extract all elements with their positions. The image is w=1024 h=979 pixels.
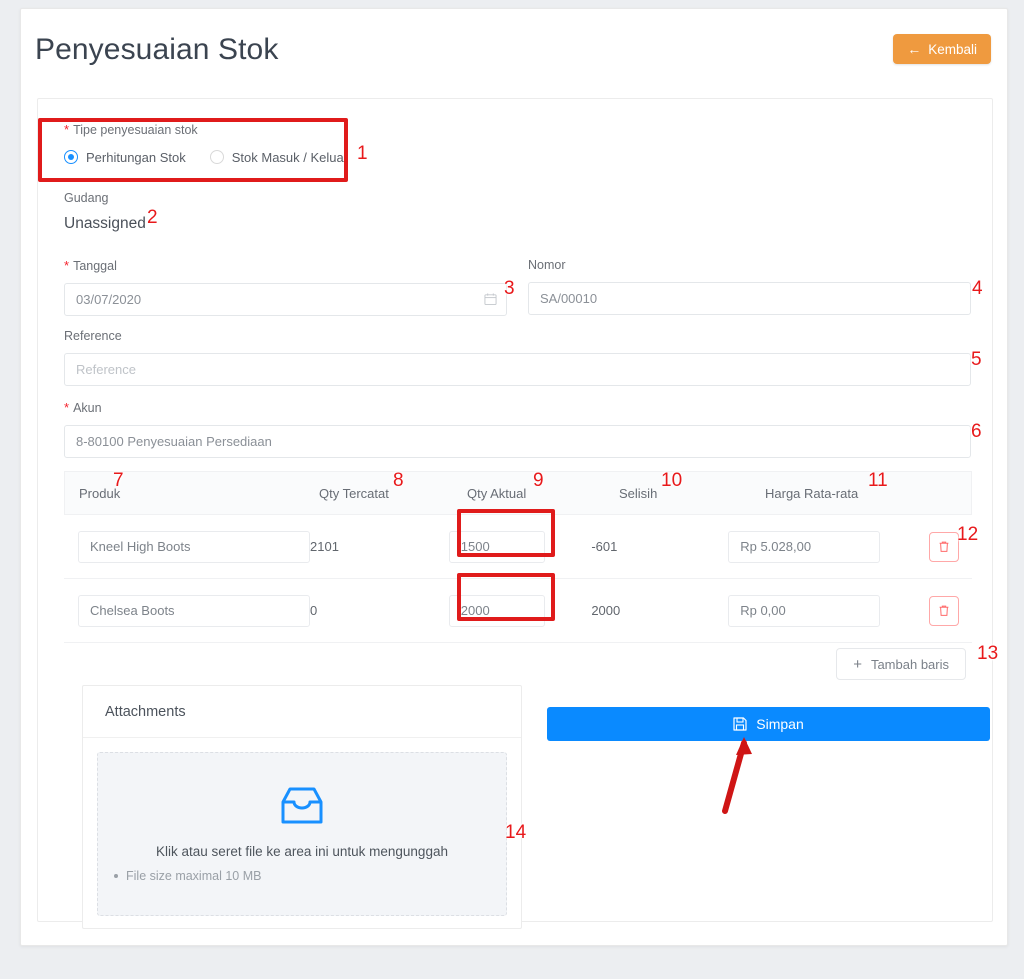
attachments-card: Attachments Klik atau seret file ke area… (82, 685, 522, 929)
number-block: Nomor (528, 259, 971, 315)
number-label: Nomor (528, 258, 566, 272)
back-button[interactable]: ← Kembali (893, 34, 991, 64)
trash-icon (939, 605, 949, 616)
dropzone-hint-text: File size maximal 10 MB (126, 868, 262, 883)
arrow-left-icon: ← (907, 41, 922, 57)
column-header-qty-tercatat: Qty Tercatat (319, 485, 389, 501)
add-row-label: Tambah baris (870, 656, 949, 672)
date-label: Tanggal (64, 259, 507, 273)
warehouse-label: Gudang (64, 191, 109, 205)
radio-label-stok-masuk-keluar: Stok Masuk / Keluar (231, 149, 349, 165)
add-row-button[interactable]: + Tambah baris (836, 648, 966, 680)
table-row: 2101 -601 (64, 515, 972, 579)
radio-dot-selected (64, 150, 78, 164)
row-0-delete-button[interactable] (928, 531, 959, 562)
attachments-title: Attachments (83, 686, 521, 738)
account-label: Akun (64, 401, 971, 415)
number-input[interactable] (528, 281, 971, 315)
trash-icon (939, 541, 949, 552)
reference-label: Reference (64, 329, 122, 343)
radio-dot-unselected (209, 150, 224, 164)
bullet-dot-icon (114, 873, 118, 878)
save-button[interactable]: Simpan (547, 707, 990, 741)
row-1-delete-button[interactable] (928, 595, 959, 626)
date-input[interactable] (64, 282, 507, 316)
column-header-harga-rata-rata: Harga Rata-rata (765, 485, 859, 501)
page-title: Penyesuaian Stok (35, 33, 279, 66)
save-icon (733, 717, 747, 731)
adjustment-type-group: Tipe penyesuaian stok Perhitungan Stok S… (64, 123, 364, 165)
reference-block: Reference (64, 330, 971, 386)
adjustment-type-label: Tipe penyesuaian stok (64, 123, 364, 137)
column-header-qty-aktual: Qty Aktual (467, 485, 527, 501)
radio-stok-masuk-keluar[interactable]: Stok Masuk / Keluar (209, 149, 349, 165)
row-0-selisih: -601 (591, 539, 618, 554)
account-input[interactable] (64, 424, 971, 458)
save-button-label: Simpan (756, 716, 804, 732)
row-1-selisih: 2000 (591, 603, 621, 618)
account-block: Akun (64, 401, 971, 458)
page-background: Penyesuaian Stok ← Kembali Tipe penyesua… (0, 0, 1024, 979)
row-1-qty-tercatat: 0 (310, 603, 318, 618)
row-0-harga-rata-rata-input[interactable] (728, 530, 881, 563)
row-0-qty-aktual-input[interactable] (448, 530, 545, 563)
row-0-produk-input[interactable] (78, 530, 310, 563)
app-card: Penyesuaian Stok ← Kembali Tipe penyesua… (20, 8, 1008, 946)
inbox-icon (281, 787, 323, 823)
row-1-harga-rata-rata-input[interactable] (728, 594, 881, 627)
calendar-icon (484, 293, 497, 306)
warehouse-block: Gudang Unassigned (64, 192, 146, 233)
dropzone-message: Klik atau seret file ke area ini untuk m… (156, 843, 448, 859)
form-panel: Tipe penyesuaian stok Perhitungan Stok S… (37, 98, 993, 929)
file-dropzone[interactable]: Klik atau seret file ke area ini untuk m… (97, 752, 507, 916)
date-block: Tanggal (64, 259, 507, 316)
column-header-selisih: Selisih (619, 485, 658, 501)
back-button-label: Kembali (928, 41, 977, 57)
row-0-qty-tercatat: 2101 (310, 539, 339, 554)
reference-input[interactable] (64, 352, 971, 386)
table-row: 0 2000 (64, 579, 972, 643)
plus-icon: + (853, 655, 862, 673)
radio-label-perhitungan-stok: Perhitungan Stok (86, 149, 186, 165)
row-1-produk-input[interactable] (78, 594, 310, 627)
dropzone-hint: File size maximal 10 MB (98, 869, 261, 883)
row-1-qty-aktual-input[interactable] (448, 594, 545, 627)
warehouse-value: Unassigned (64, 214, 146, 232)
radio-perhitungan-stok[interactable]: Perhitungan Stok (64, 150, 186, 165)
line-items-header: Produk Qty Tercatat Qty Aktual Selisih H… (64, 471, 972, 515)
column-header-produk: Produk (79, 485, 121, 501)
